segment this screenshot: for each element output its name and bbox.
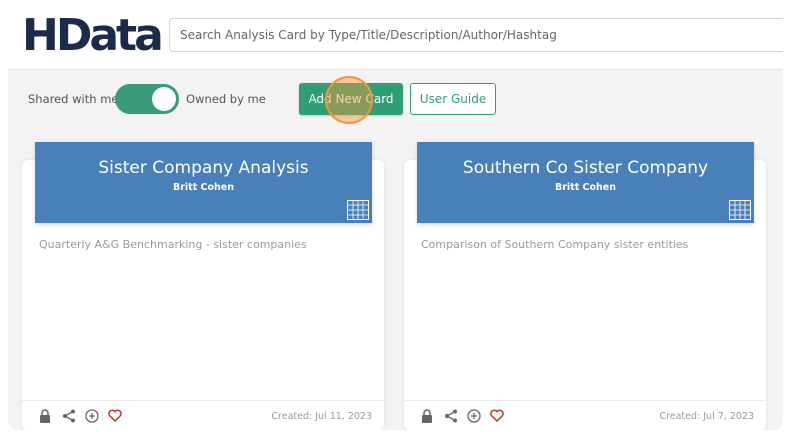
share-icon[interactable] bbox=[62, 409, 76, 423]
card-description: Quarterly A&G Benchmarking - sister comp… bbox=[39, 238, 307, 251]
add-new-card-button[interactable]: Add New Card bbox=[299, 83, 403, 115]
header: HData bbox=[8, 0, 783, 70]
app-window: HData Shared with me Owned by me Add New… bbox=[8, 0, 783, 430]
created-date: Created: Jul 11, 2023 bbox=[271, 411, 372, 422]
card-header[interactable]: Southern Co Sister Company Britt Cohen bbox=[417, 142, 754, 223]
lock-icon[interactable] bbox=[421, 409, 435, 423]
heart-icon[interactable] bbox=[490, 409, 504, 423]
heart-icon[interactable] bbox=[108, 409, 122, 423]
toggle-knob bbox=[152, 87, 176, 111]
card-description: Comparison of Southern Company sister en… bbox=[421, 238, 689, 251]
ownership-toggle[interactable] bbox=[115, 84, 179, 114]
share-icon[interactable] bbox=[444, 409, 458, 423]
card-header[interactable]: Sister Company Analysis Britt Cohen bbox=[35, 142, 372, 223]
plus-circle-icon[interactable] bbox=[85, 409, 99, 423]
created-date: Created: Jul 7, 2023 bbox=[659, 411, 754, 422]
card-footer: Created: Jul 11, 2023 bbox=[22, 400, 384, 430]
lock-icon[interactable] bbox=[39, 409, 53, 423]
search-input[interactable] bbox=[169, 18, 783, 52]
card-footer: Created: Jul 7, 2023 bbox=[404, 400, 766, 430]
shared-with-me-label: Shared with me bbox=[28, 92, 119, 106]
card-title: Sister Company Analysis bbox=[98, 158, 309, 178]
card-author: Britt Cohen bbox=[172, 182, 235, 193]
card-title: Southern Co Sister Company bbox=[462, 158, 709, 178]
plus-circle-icon[interactable] bbox=[467, 409, 481, 423]
grid-table-icon bbox=[347, 200, 369, 220]
hdata-logo[interactable]: HData bbox=[22, 10, 164, 61]
card-author: Britt Cohen bbox=[554, 182, 617, 193]
user-guide-button[interactable]: User Guide bbox=[410, 83, 496, 115]
owned-by-me-label: Owned by me bbox=[186, 92, 266, 106]
toolbar: Shared with me Owned by me Add New Card … bbox=[8, 70, 783, 130]
grid-table-icon bbox=[729, 200, 751, 220]
